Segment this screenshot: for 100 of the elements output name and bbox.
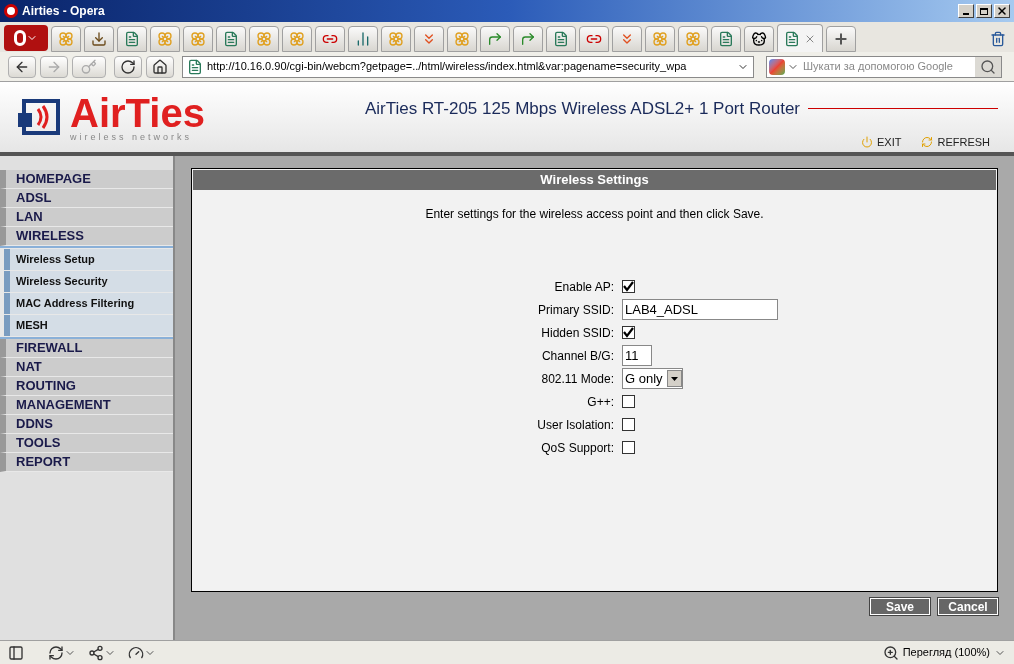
field-label: Hidden SSID: [540, 324, 615, 342]
checkbox[interactable] [622, 441, 635, 454]
header-link[interactable]: REFRESH [921, 133, 990, 150]
logo-text: AirTies [70, 92, 205, 133]
panel-toggle-button[interactable] [8, 644, 24, 661]
sidebar-item[interactable]: WIRELESS [0, 227, 173, 246]
document-icon [124, 31, 140, 47]
sidebar-subitem[interactable]: MESH [4, 315, 173, 336]
reload-button[interactable] [114, 55, 142, 78]
sidebar-item[interactable]: MANAGEMENT [0, 396, 173, 415]
flower-icon [190, 31, 206, 47]
document-icon [718, 31, 734, 47]
document-icon [223, 31, 239, 47]
sidebar-item[interactable]: HOMEPAGE [0, 170, 173, 189]
checkbox[interactable] [622, 395, 635, 408]
field-label: Channel B/G: [540, 347, 615, 365]
panel-title: Wireless Settings [193, 170, 996, 190]
browser-tab[interactable] [744, 26, 774, 52]
minimize-button[interactable] [958, 4, 974, 18]
dropdown[interactable]: G only [622, 368, 683, 389]
search-placeholder: Шукати за допомогою Google [803, 59, 953, 75]
back-button[interactable] [8, 55, 36, 78]
sync-button[interactable] [48, 644, 76, 661]
power-icon [861, 135, 873, 148]
home-button[interactable] [146, 55, 174, 78]
sidebar-item[interactable]: ROUTING [0, 377, 173, 396]
key-icon [81, 58, 97, 75]
header-link[interactable]: EXIT [861, 133, 902, 150]
checkbox[interactable] [622, 280, 635, 293]
router-title: AirTies RT-205 125 Mbps Wireless ADSL2+ 1 Port Router [364, 98, 800, 120]
window-title: Airties - Opera [22, 3, 105, 20]
document-icon [784, 30, 800, 47]
dog-icon [751, 31, 767, 47]
text-field[interactable]: 11 [622, 345, 652, 366]
zoom-button[interactable]: Перегляд (100%) [882, 644, 1006, 661]
sidebar-subitem[interactable]: MAC Address Filtering [4, 293, 173, 314]
speed-button[interactable] [128, 644, 156, 661]
flower-icon [388, 31, 404, 47]
sidebar-item[interactable]: DDNS [0, 415, 173, 434]
flower-icon [454, 31, 470, 47]
field-label: G++: [586, 393, 615, 411]
check-icon [623, 327, 634, 338]
search-icon [980, 58, 996, 75]
arrow-icon [520, 31, 536, 47]
gauge-icon [128, 644, 144, 661]
document-icon [187, 58, 203, 75]
check-icon [623, 281, 634, 292]
browser-icon [4, 4, 18, 18]
plus-icon [833, 31, 849, 47]
share-icon [88, 644, 104, 661]
maximize-button[interactable] [976, 4, 992, 18]
close-button[interactable] [994, 4, 1010, 18]
minimize-icon [963, 13, 969, 15]
checkbox[interactable] [622, 418, 635, 431]
flower-icon [157, 31, 173, 47]
checkbox[interactable] [622, 326, 635, 339]
close-icon [996, 5, 1008, 17]
sidebar-subitem[interactable]: Wireless Setup [4, 249, 173, 270]
sidebar-subitem[interactable]: Wireless Security [4, 271, 173, 292]
flower-icon [652, 31, 668, 47]
field-label: Enable AP: [553, 278, 615, 296]
field-label: User Isolation: [536, 416, 615, 434]
cancel-button[interactable]: Cancel [938, 598, 998, 615]
panel-icon [8, 644, 24, 661]
sidebar-item[interactable]: LAN [0, 208, 173, 227]
caret-icon [670, 376, 678, 381]
search-button[interactable] [975, 56, 1001, 77]
menu-button[interactable] [4, 25, 48, 51]
document-icon [553, 31, 569, 47]
logo-tagline: wireless networks [70, 132, 194, 142]
download-icon [91, 31, 107, 47]
field-label: QoS Support: [540, 439, 615, 457]
field-label: 802.11 Mode: [540, 370, 615, 388]
zoom-icon [882, 644, 899, 661]
share-button[interactable] [88, 644, 116, 661]
sync-icon [48, 644, 64, 661]
save-button[interactable]: Save [870, 598, 930, 615]
sidebar-item[interactable]: REPORT [0, 453, 173, 472]
reload-icon [120, 58, 136, 75]
logo-icon [16, 97, 62, 137]
sidebar-item[interactable]: FIREWALL [0, 339, 173, 358]
sidebar-item[interactable]: TOOLS [0, 434, 173, 453]
flower-icon [289, 31, 305, 47]
home-icon [152, 58, 168, 75]
intro-text: Enter settings for the wireless access point and then click Save. [424, 206, 765, 223]
refresh-icon [921, 135, 934, 148]
text-field[interactable]: LAB4_ADSL [622, 299, 778, 320]
flower-icon [685, 31, 701, 47]
search-engine-icon [769, 58, 785, 75]
sidebar-item[interactable]: NAT [0, 358, 173, 377]
address-field[interactable]: http://10.16.0.90/cgi-bin/webcm?getpage=../html/wireless/index.html&var:pagename=security_wpa [182, 55, 754, 78]
sidebar-item[interactable]: ADSL [0, 189, 173, 208]
chart-icon [355, 31, 371, 47]
browser-icon [14, 30, 26, 46]
flower-icon [58, 31, 74, 47]
url-text: http://10.16.0.90/cgi-bin/webcm?getpage=../html/wireless/index.html&var:pagename=security_wpa [207, 59, 687, 75]
search-field[interactable]: Шукати за допомогою Google [766, 55, 1002, 78]
arrow-icon [487, 31, 503, 47]
new-tab-button[interactable] [826, 26, 856, 52]
field-label: Primary SSID: [537, 301, 615, 319]
